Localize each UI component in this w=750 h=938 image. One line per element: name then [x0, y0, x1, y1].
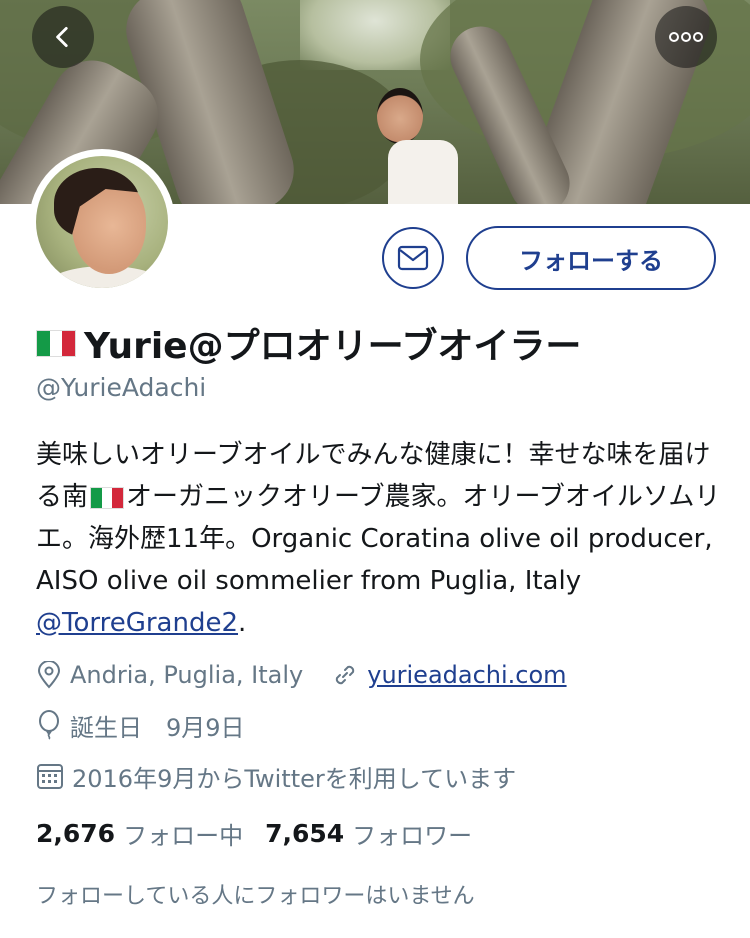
- display-name: Yurie@プロオリーブオイラー: [84, 326, 582, 367]
- bio-text-end: .: [238, 608, 247, 638]
- avatar-image: [36, 156, 168, 288]
- joined-row: 2016年9月からTwitterを利用しています: [36, 760, 517, 793]
- joined-text: 2016年9月からTwitterを利用しています: [72, 764, 517, 793]
- mail-icon: [397, 245, 429, 271]
- more-dots-icon: [669, 32, 703, 42]
- italy-flag-icon: [36, 329, 76, 357]
- website-link[interactable]: yurieadachi.com: [367, 661, 566, 689]
- followers-label: フォロワー: [352, 821, 473, 850]
- message-button[interactable]: [382, 227, 444, 289]
- followers-count: 7,654: [265, 818, 345, 848]
- follow-button[interactable]: フォローする: [466, 226, 716, 290]
- avatar[interactable]: [29, 149, 175, 295]
- more-options-button[interactable]: [655, 6, 717, 68]
- italy-flag-icon: [90, 487, 125, 509]
- profile-page: フォローする Yurie@プロオリーブオイラー @YurieAdachi 美味し…: [0, 0, 750, 938]
- location-website-row: Andria, Puglia, Italy yurieadachi.com: [36, 659, 567, 691]
- calendar-icon: [37, 764, 63, 789]
- following-count: 2,676: [36, 818, 116, 848]
- user-handle: @YurieAdachi: [36, 373, 207, 402]
- bio-text-2: オーガニックオリーブ農家。オリーブオイルソムリエ。海外歴11年。Organic …: [36, 482, 721, 596]
- display-name-row: Yurie@プロオリーブオイラー: [36, 318, 581, 368]
- location-pin-icon: [37, 661, 61, 689]
- birthday-text: 誕生日 9月9日: [70, 713, 245, 742]
- location-text: Andria, Puglia, Italy: [70, 661, 304, 689]
- followed-by-note: フォローしている人にフォロワーはいません: [36, 884, 475, 909]
- balloon-icon: [39, 710, 59, 740]
- back-button[interactable]: [32, 6, 94, 68]
- follow-counts: 2,676 フォロー中 7,654 フォロワー: [36, 816, 472, 850]
- chevron-left-icon: [56, 26, 68, 48]
- followers-count-link[interactable]: 7,654 フォロワー: [265, 816, 472, 851]
- profile-bio: 美味しいオリーブオイルでみんな健康に！幸せな味を届ける南 オーガニックオリーブ農家…: [36, 434, 726, 644]
- link-icon: [336, 665, 355, 685]
- following-count-link[interactable]: 2,676 フォロー中: [36, 816, 243, 851]
- following-label: フォロー中: [123, 821, 244, 850]
- bio-mention-link[interactable]: @TorreGrande2: [36, 608, 238, 638]
- birthday-row: 誕生日 9月9日: [36, 709, 245, 742]
